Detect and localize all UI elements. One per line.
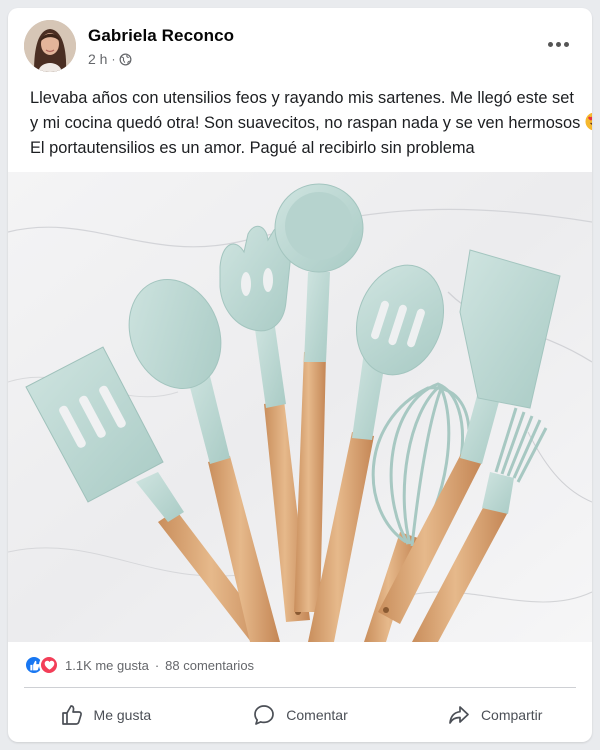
avatar[interactable] bbox=[24, 20, 76, 72]
like-label: Me gusta bbox=[93, 707, 152, 723]
post-header: Gabriela Reconco 2 h · bbox=[8, 8, 592, 78]
comments-count[interactable]: 88 comentarios bbox=[165, 658, 254, 673]
thumbs-up-icon bbox=[61, 705, 82, 725]
globe-icon bbox=[119, 53, 132, 65]
share-icon bbox=[449, 706, 469, 724]
post-time[interactable]: 2 h bbox=[88, 51, 107, 67]
comment-label: Comentar bbox=[286, 707, 348, 723]
share-label: Compartir bbox=[480, 707, 543, 723]
post-card: Gabriela Reconco 2 h · Llevaba años con … bbox=[8, 8, 592, 742]
more-icon bbox=[547, 41, 553, 47]
meta-separator: · bbox=[111, 52, 116, 66]
post-text-line: Llevaba años con utensilios feos y rayan… bbox=[30, 89, 574, 107]
post-text-line-2: y mi cocina quedó otra! Son suavecitos, … bbox=[30, 111, 592, 136]
share-button[interactable]: Compartir bbox=[397, 692, 592, 738]
more-options-button[interactable] bbox=[540, 30, 576, 58]
heart-eyes-emoji bbox=[585, 112, 592, 131]
post-photo[interactable] bbox=[8, 172, 592, 642]
engagement-separator: · bbox=[154, 657, 160, 673]
comment-button[interactable]: Comentar bbox=[203, 692, 398, 738]
likes-count[interactable]: 1.1K me gusta bbox=[65, 658, 149, 673]
reaction-icons bbox=[24, 655, 59, 675]
divider bbox=[24, 687, 576, 688]
reactions-summary[interactable]: 1.1K me gusta · 88 comentarios bbox=[24, 654, 254, 676]
post-meta: 2 h · bbox=[88, 51, 132, 67]
comment-icon bbox=[254, 705, 275, 725]
post-text-line: El portautensilios es un amor. Pagué al … bbox=[30, 139, 475, 157]
love-reaction-icon bbox=[39, 655, 59, 675]
action-bar: Me gusta Comentar Compartir bbox=[8, 692, 592, 738]
post-text: Llevaba años con utensilios feos y rayan… bbox=[30, 86, 592, 161]
like-button[interactable]: Me gusta bbox=[8, 692, 203, 738]
post-author[interactable]: Gabriela Reconco bbox=[88, 26, 234, 46]
